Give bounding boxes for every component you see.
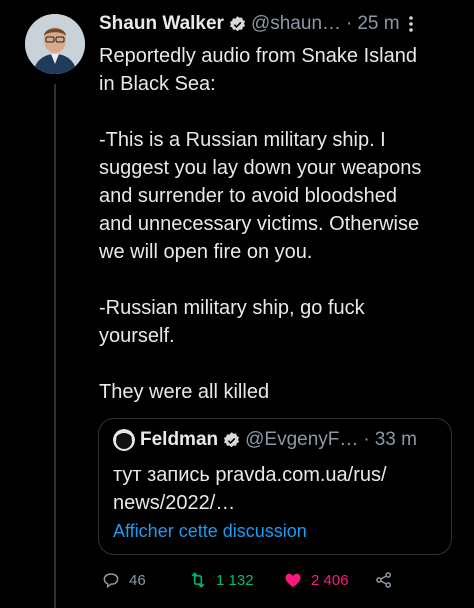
tweet-timestamp[interactable]: 25 m — [357, 13, 399, 35]
quoted-tweet-header: Feldman @EvgenyF… · 33 m — [113, 429, 417, 451]
thread-line — [54, 84, 56, 608]
avatar-photo — [25, 14, 85, 74]
quoted-author-avatar — [113, 429, 135, 451]
quoted-author-handle: @EvgenyF… — [245, 429, 359, 450]
verified-badge-icon — [224, 431, 240, 447]
show-thread-link[interactable]: Afficher cette discussion — [113, 521, 307, 542]
header-separator: · — [346, 13, 353, 34]
like-icon — [285, 573, 301, 588]
quoted-author-name: Feldman — [140, 429, 219, 450]
quoted-timestamp: 33 m — [374, 429, 417, 450]
author-handle[interactable]: @shaun… — [251, 13, 341, 35]
quoted-tweet[interactable]: Feldman @EvgenyF… · 33 m тут запись prav… — [98, 418, 452, 555]
reply-button[interactable]: 46 — [101, 566, 146, 594]
tweet-actions-bar: 46 1 132 2 406 — [0, 566, 474, 594]
share-button[interactable] — [374, 566, 394, 594]
author-avatar[interactable] — [25, 14, 85, 74]
retweet-button[interactable]: 1 132 — [188, 566, 254, 594]
like-button[interactable]: 2 406 — [283, 566, 349, 594]
retweet-icon — [191, 572, 205, 588]
quoted-header-separator: · — [363, 429, 370, 450]
reply-icon — [103, 573, 119, 589]
more-options-icon[interactable] — [406, 14, 416, 34]
quoted-tweet-text: тут запись pravda.com.ua/rus/ news/2022/… — [113, 464, 387, 514]
tweet-header: Shaun Walker @shaun… · 25 m — [99, 12, 469, 36]
share-icon — [376, 572, 391, 588]
like-count: 2 406 — [311, 571, 349, 589]
reply-count: 46 — [129, 571, 146, 589]
author-name[interactable]: Shaun Walker — [99, 13, 224, 35]
tweet-text: Reportedly audio from Snake Island in Bl… — [99, 45, 422, 403]
retweet-count: 1 132 — [216, 571, 254, 589]
verified-badge-icon — [229, 15, 245, 31]
